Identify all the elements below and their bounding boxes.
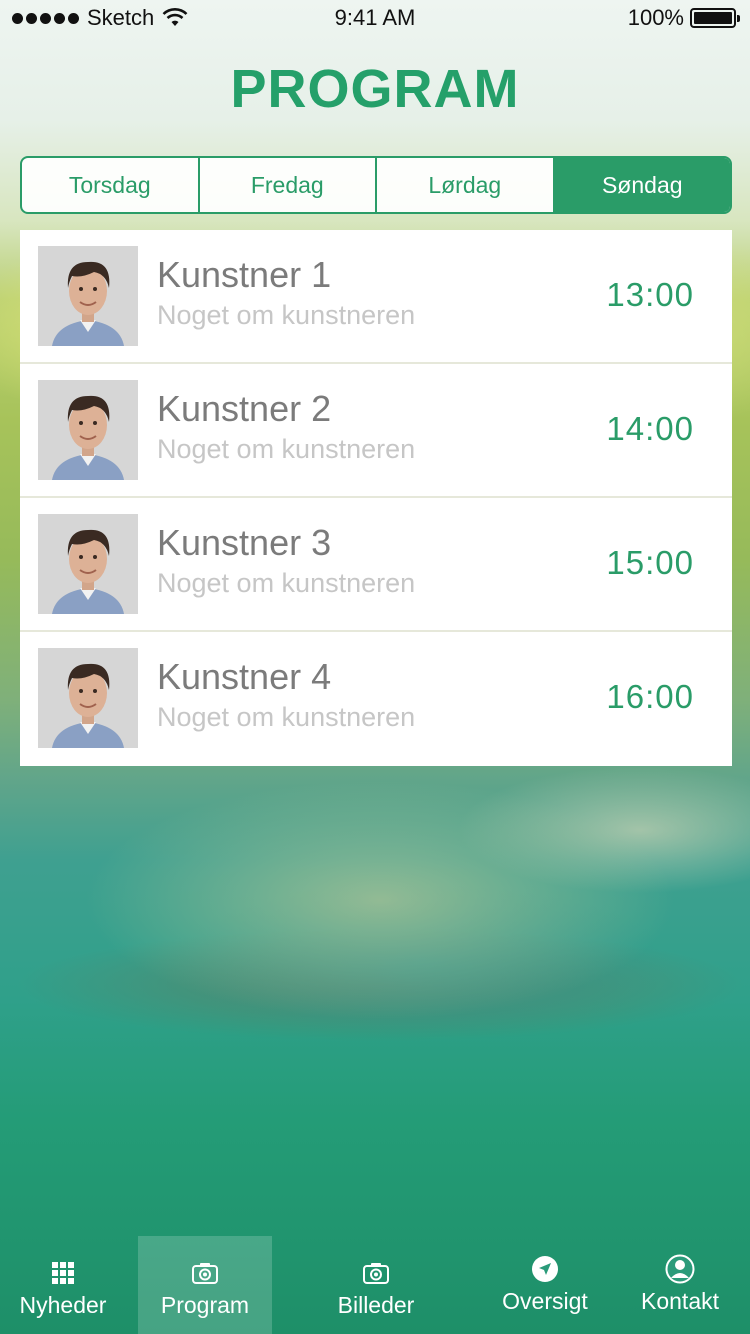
artist-description: Noget om kunstneren [157, 300, 416, 330]
tabbar-spacer [126, 1236, 138, 1334]
avatar [38, 380, 138, 480]
tabbar-label: Oversigt [502, 1288, 588, 1314]
tabbar-item-program[interactable]: Program [138, 1236, 272, 1334]
grid-icon [52, 1262, 74, 1284]
tabbar-label: Program [160, 1292, 250, 1318]
artist-description: Noget om kunstneren [157, 434, 416, 464]
camera-icon [192, 1263, 218, 1284]
list-item[interactable]: Kunstner 3 Noget om kunstneren 15:00 [20, 498, 732, 632]
user-icon [665, 1254, 695, 1284]
tabbar-item-billeder[interactable]: Billeder [272, 1236, 480, 1334]
artist-time: 13:00 [606, 276, 694, 313]
artist-name: Kunstner 2 [157, 388, 332, 429]
camera-icon [363, 1263, 389, 1284]
artist-name: Kunstner 3 [157, 522, 332, 563]
artist-name: Kunstner 1 [157, 254, 332, 295]
day-segmented-control: Torsdag Fredag Lørdag Søndag [20, 156, 732, 214]
tabbar-item-kontakt[interactable]: Kontakt [610, 1236, 750, 1334]
list-item[interactable]: Kunstner 1 Noget om kunstneren 13:00 [20, 230, 732, 364]
tab-torsdag[interactable]: Torsdag [22, 158, 200, 212]
page-title: PROGRAM [230, 59, 520, 119]
tab-fredag[interactable]: Fredag [200, 158, 377, 212]
avatar [38, 648, 138, 748]
battery-percent: 100% [627, 5, 684, 30]
artist-description: Noget om kunstneren [157, 702, 416, 732]
artist-time: 14:00 [606, 410, 694, 447]
tabbar-label: Kontakt [641, 1288, 719, 1314]
artist-time: 15:00 [606, 544, 694, 581]
artist-time: 16:00 [606, 678, 694, 715]
artist-description: Noget om kunstneren [157, 568, 416, 598]
tabbar-label: Billeder [337, 1292, 415, 1318]
tabbar-item-nyheder[interactable]: Nyheder [0, 1236, 126, 1334]
tab-sondag[interactable]: Søndag [554, 158, 730, 212]
artist-list: Kunstner 1 Noget om kunstneren 13:00 Kun… [20, 230, 732, 766]
status-bar: Sketch 9:41 AM 100% [0, 0, 750, 34]
list-item[interactable]: Kunstner 4 Noget om kunstneren 16:00 [20, 632, 732, 766]
status-right: 100% [627, 5, 740, 31]
tab-lordag[interactable]: Lørdag [377, 158, 555, 212]
bottom-tab-bar: Nyheder Program Billeder Oversigt Kontak… [0, 1236, 750, 1334]
tabbar-item-oversigt[interactable]: Oversigt [480, 1236, 610, 1334]
artist-name: Kunstner 4 [157, 656, 332, 697]
avatar [38, 246, 138, 346]
battery-icon [690, 8, 740, 28]
location-arrow-icon [532, 1256, 558, 1282]
list-item[interactable]: Kunstner 2 Noget om kunstneren 14:00 [20, 364, 732, 498]
tabbar-label: Nyheder [19, 1292, 107, 1318]
avatar [38, 514, 138, 614]
